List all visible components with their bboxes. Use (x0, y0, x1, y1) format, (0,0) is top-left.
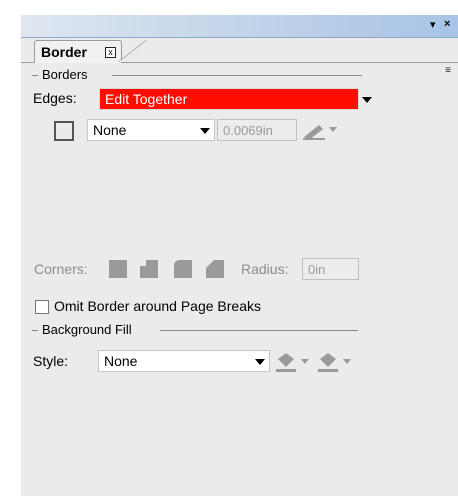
radius-value: 0in (308, 262, 326, 277)
borders-section-label: Borders (42, 67, 88, 82)
corners-label: Corners: (34, 261, 88, 277)
border-panel: ▾ × Border x ≡ Borders Edges: Edit Toget… (21, 15, 458, 496)
line-color-swatch[interactable] (54, 121, 74, 141)
divider (112, 75, 362, 76)
chevron-down-icon (200, 128, 210, 134)
line-style-value: None (93, 122, 127, 138)
edges-dropdown[interactable]: Edit Together (99, 88, 372, 110)
omit-border-label: Omit Border around Page Breaks (54, 298, 261, 314)
background-section-header: Background Fill (32, 322, 362, 338)
line-width-value: 0.0069in (223, 123, 273, 138)
panel-options-icon[interactable]: ▾ (430, 18, 436, 31)
tab-close-icon[interactable]: x (105, 47, 116, 58)
corner-bevel-icon[interactable] (206, 260, 226, 280)
corner-notch-icon[interactable] (140, 260, 160, 280)
pen-icon[interactable] (301, 119, 341, 141)
style-label: Style: (33, 353, 69, 369)
edges-value: Edit Together (105, 91, 188, 107)
chevron-down-icon (255, 359, 265, 365)
divider (32, 75, 38, 76)
background-section-label: Background Fill (42, 322, 132, 337)
tab-edge (118, 40, 146, 62)
divider (32, 330, 38, 331)
tab-strip: Border x ≡ (21, 38, 458, 76)
fill-style-dropdown[interactable]: None (98, 350, 270, 372)
line-style-dropdown[interactable]: None (87, 119, 215, 141)
paint-bucket-icon[interactable] (274, 349, 314, 373)
panel-close-icon[interactable]: × (444, 18, 450, 30)
corner-square-icon[interactable] (109, 260, 127, 278)
borders-section-header: Borders (32, 67, 362, 83)
paint-bucket-pattern-icon[interactable] (316, 349, 356, 373)
omit-border-checkbox[interactable] (35, 300, 49, 314)
edges-label: Edges: (33, 90, 77, 106)
chevron-down-icon (362, 97, 372, 103)
panel-titlebar: ▾ × (21, 15, 458, 38)
radius-label: Radius: (241, 261, 289, 277)
corner-rounded-icon[interactable] (174, 260, 194, 280)
radius-field[interactable]: 0in (302, 258, 359, 280)
panel-menu-icon[interactable]: ≡ (440, 64, 456, 78)
fill-style-value: None (104, 353, 138, 369)
tab-border[interactable]: Border x (34, 40, 122, 63)
divider (160, 330, 358, 331)
line-width-field[interactable]: 0.0069in (217, 119, 297, 141)
tab-title: Border (41, 44, 87, 60)
